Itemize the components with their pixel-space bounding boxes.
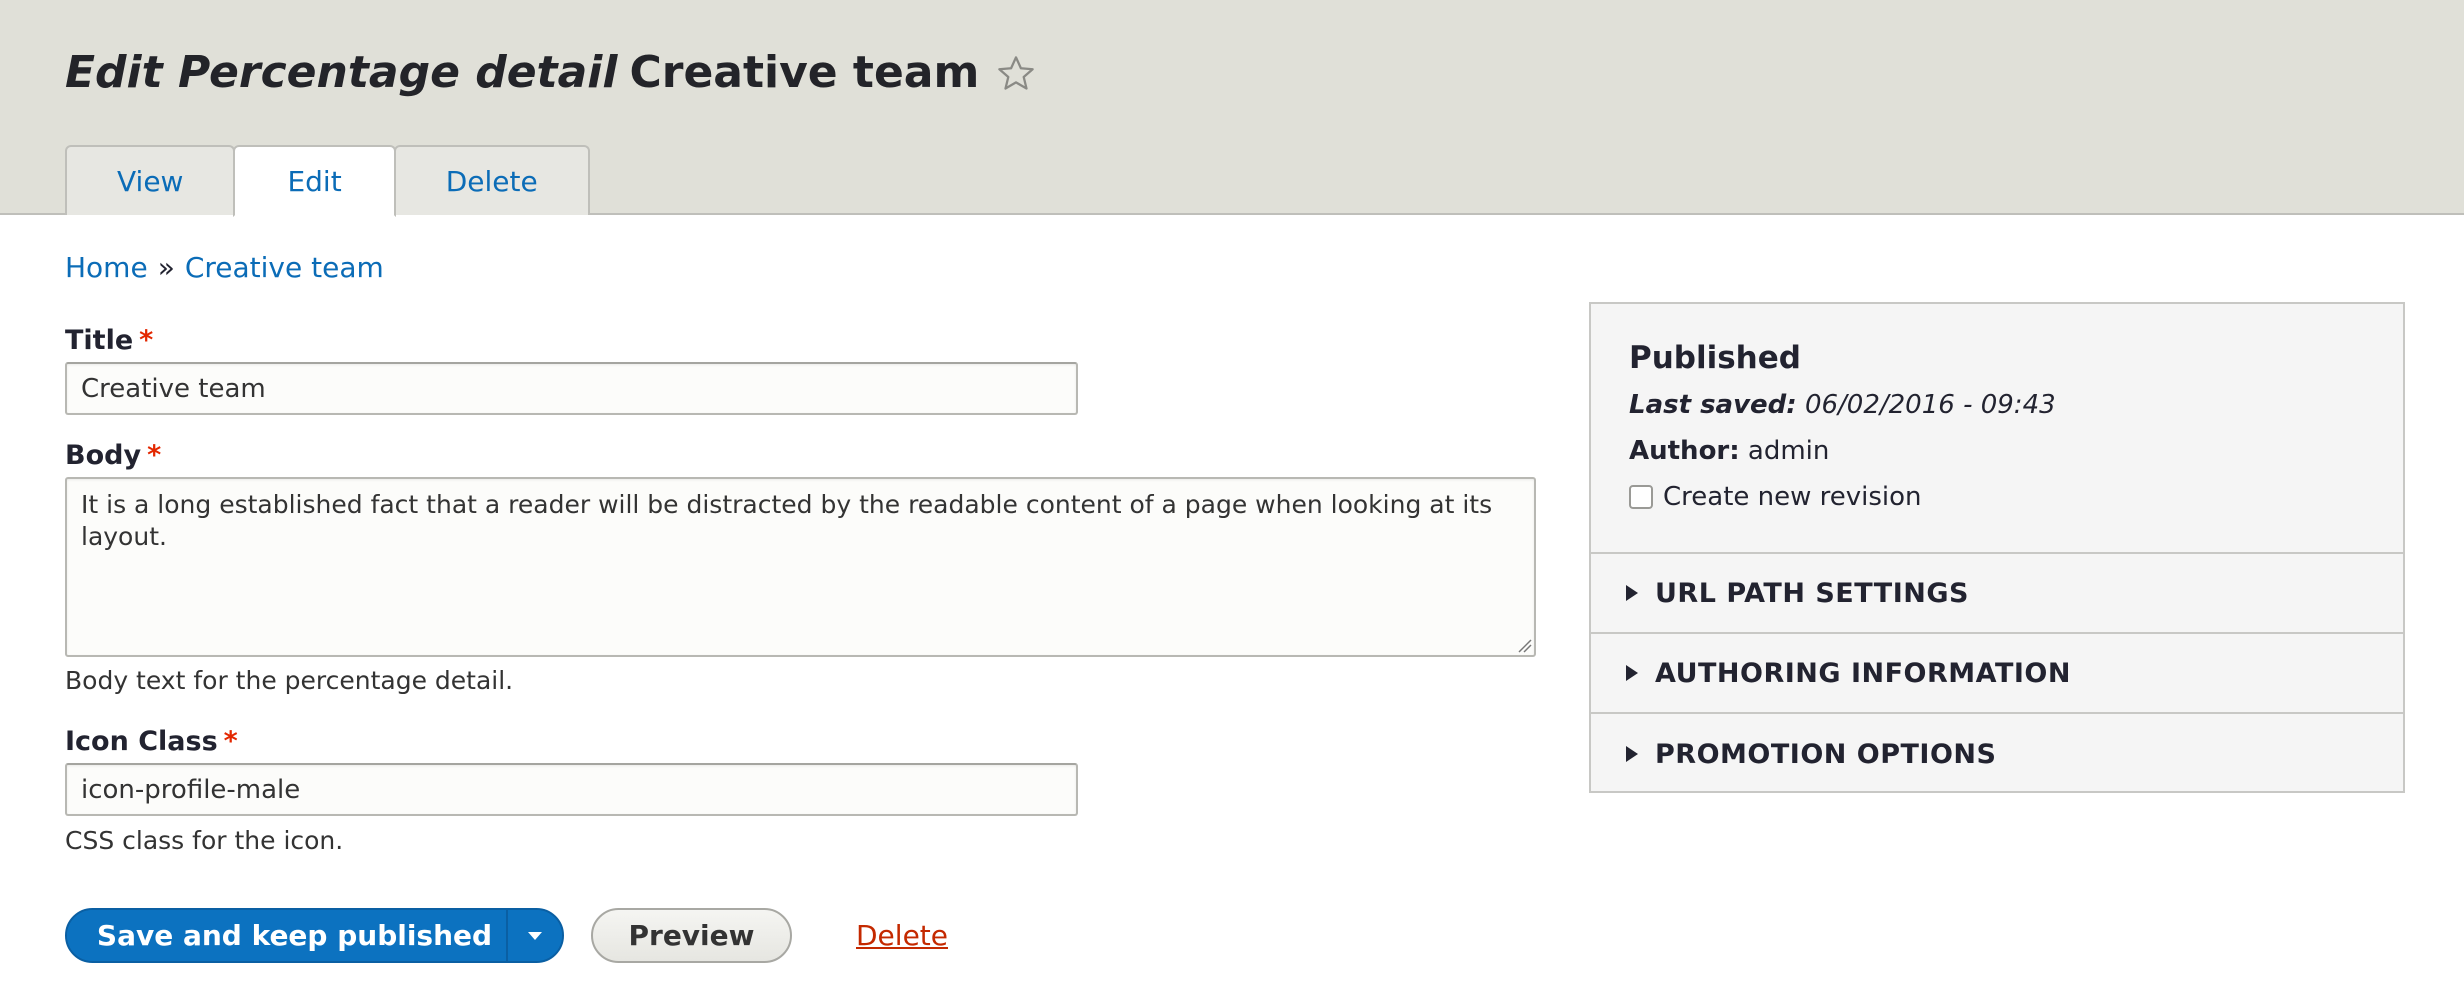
save-dropdown-toggle[interactable] (508, 910, 562, 961)
title-label-text: Title (65, 325, 134, 356)
page-title-prefix: Edit Percentage detail (65, 47, 618, 98)
section-label: URL PATH SETTINGS (1655, 577, 1969, 609)
page-header: Edit Percentage detail Creative team Vie… (0, 0, 2464, 217)
delete-link[interactable]: Delete (856, 918, 948, 954)
breadcrumb: Home » Creative team (65, 250, 384, 286)
create-revision-checkbox[interactable] (1629, 485, 1653, 509)
tab-delete[interactable]: Delete (393, 145, 590, 215)
icon-class-label: Icon Class * (65, 725, 238, 759)
required-mark: * (139, 325, 154, 356)
triangle-right-icon (1626, 585, 1638, 601)
author-label: Author: (1629, 436, 1740, 466)
triangle-right-icon (1626, 665, 1638, 681)
breadcrumb-current[interactable]: Creative team (185, 251, 384, 284)
promotion-options-toggle[interactable]: PROMOTION OPTIONS (1591, 714, 2403, 794)
page-title-node: Creative team (629, 47, 980, 98)
tab-view[interactable]: View (65, 145, 236, 215)
url-path-settings-toggle[interactable]: URL PATH SETTINGS (1591, 554, 2403, 634)
required-mark: * (223, 726, 238, 757)
breadcrumb-separator: » (157, 251, 175, 284)
save-split-button: Save and keep published (65, 908, 564, 963)
title-label: Title * (65, 324, 153, 358)
body-label: Body * (65, 439, 161, 473)
tab-edit[interactable]: Edit (233, 145, 396, 217)
last-saved-value: 06/02/2016 - 09:43 (1804, 390, 2056, 420)
publish-status: Published (1629, 340, 1801, 376)
breadcrumb-home[interactable]: Home (65, 251, 148, 284)
author-value: admin (1747, 436, 1830, 466)
body-textarea[interactable]: It is a long established fact that a rea… (65, 477, 1536, 657)
icon-class-label-text: Icon Class (65, 726, 218, 757)
section-label: AUTHORING INFORMATION (1655, 657, 2071, 689)
triangle-right-icon (1626, 746, 1638, 762)
create-revision-option[interactable]: Create new revision (1629, 480, 2365, 514)
authoring-information-toggle[interactable]: AUTHORING INFORMATION (1591, 634, 2403, 714)
entity-meta-header: Published Last saved: 06/02/2016 - 09:43… (1591, 304, 2403, 554)
resize-handle-icon[interactable] (1516, 637, 1532, 653)
author: Author: admin (1629, 434, 2365, 468)
preview-button[interactable]: Preview (591, 908, 792, 963)
star-icon[interactable] (995, 52, 1037, 94)
body-description: Body text for the percentage detail. (65, 666, 514, 695)
primary-tabs: View Edit Delete (65, 145, 590, 217)
section-label: PROMOTION OPTIONS (1655, 738, 1997, 770)
last-saved: Last saved: 06/02/2016 - 09:43 (1629, 388, 2365, 422)
title-input[interactable] (65, 362, 1078, 415)
entity-meta-sidebar: Published Last saved: 06/02/2016 - 09:43… (1589, 302, 2405, 793)
required-mark: * (147, 440, 162, 471)
page-title: Edit Percentage detail Creative team (65, 44, 1037, 102)
caret-down-icon (528, 931, 542, 940)
save-button[interactable]: Save and keep published (67, 910, 508, 961)
last-saved-label: Last saved: (1629, 390, 1797, 420)
body-label-text: Body (65, 440, 142, 471)
icon-class-input[interactable] (65, 763, 1078, 816)
create-revision-label: Create new revision (1663, 482, 1922, 512)
icon-class-description: CSS class for the icon. (65, 826, 344, 855)
